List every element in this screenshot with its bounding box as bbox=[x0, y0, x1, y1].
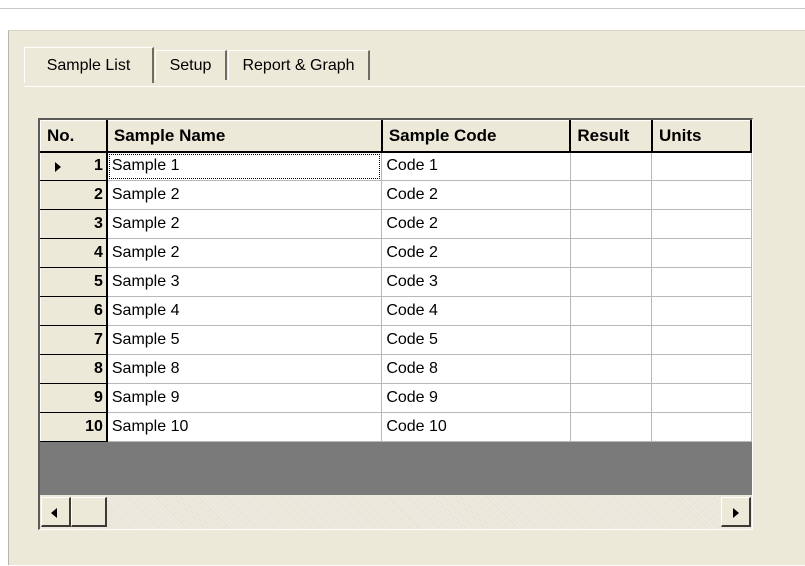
sample-code-cell[interactable]: Code 10 bbox=[381, 412, 571, 442]
sample-name-cell[interactable]: Sample 10 bbox=[106, 412, 383, 442]
table-row[interactable]: 7 Sample 5 Code 5 bbox=[40, 325, 752, 355]
table-row[interactable]: 8 Sample 8 Code 8 bbox=[40, 354, 752, 384]
sample-code-cell[interactable]: Code 3 bbox=[381, 267, 571, 297]
units-cell[interactable] bbox=[651, 354, 752, 384]
row-header[interactable]: 9 bbox=[40, 383, 108, 413]
header-row: No. Sample Name Sample Code Result Units bbox=[40, 120, 752, 153]
row-header[interactable]: 8 bbox=[40, 354, 108, 384]
current-row-indicator-icon bbox=[55, 161, 61, 172]
row-number: 6 bbox=[93, 302, 103, 319]
table-row[interactable]: 3 Sample 2 Code 2 bbox=[40, 209, 752, 239]
units-cell[interactable] bbox=[651, 296, 752, 326]
units-cell[interactable] bbox=[651, 325, 752, 355]
row-header[interactable]: 2 bbox=[40, 180, 108, 210]
table-row[interactable]: 4 Sample 2 Code 2 bbox=[40, 238, 752, 268]
sample-code-cell[interactable]: Code 2 bbox=[381, 180, 571, 210]
row-number: 9 bbox=[93, 389, 103, 406]
result-cell[interactable] bbox=[570, 180, 653, 210]
scroll-thumb[interactable] bbox=[71, 497, 107, 527]
units-cell[interactable] bbox=[651, 267, 752, 297]
sample-table: No. Sample Name Sample Code Result Units… bbox=[40, 120, 752, 442]
sample-code-cell[interactable]: Code 2 bbox=[381, 238, 571, 268]
row-header[interactable]: 10 bbox=[40, 412, 108, 442]
table-row[interactable]: 6 Sample 4 Code 4 bbox=[40, 296, 752, 326]
result-cell[interactable] bbox=[570, 209, 653, 239]
row-number: 10 bbox=[85, 418, 103, 435]
row-number: 2 bbox=[93, 186, 103, 203]
top-separator bbox=[0, 8, 805, 9]
sample-code-cell[interactable]: Code 2 bbox=[381, 209, 571, 239]
table-row[interactable]: 10 Sample 10 Code 10 bbox=[40, 412, 752, 442]
row-number: 8 bbox=[93, 360, 103, 377]
units-cell[interactable] bbox=[651, 383, 752, 413]
row-header[interactable]: 6 bbox=[40, 296, 108, 326]
row-number: 7 bbox=[93, 331, 103, 348]
sample-name-cell[interactable]: Sample 2 bbox=[106, 238, 383, 268]
row-number: 1 bbox=[93, 157, 103, 175]
tab-setup[interactable]: Setup bbox=[155, 50, 227, 80]
row-number: 3 bbox=[93, 215, 103, 232]
units-cell[interactable] bbox=[651, 151, 752, 181]
row-header[interactable]: 1 bbox=[40, 151, 108, 181]
sample-code-cell[interactable]: Code 8 bbox=[381, 354, 571, 384]
units-cell[interactable] bbox=[651, 238, 752, 268]
table-row[interactable]: 9 Sample 9 Code 9 bbox=[40, 383, 752, 413]
units-cell[interactable] bbox=[651, 209, 752, 239]
row-header[interactable]: 4 bbox=[40, 238, 108, 268]
sample-name-cell[interactable]: Sample 1 bbox=[106, 151, 383, 181]
row-number: 5 bbox=[93, 273, 103, 290]
units-cell[interactable] bbox=[651, 412, 752, 442]
tab-page-border bbox=[24, 86, 805, 87]
result-cell[interactable] bbox=[570, 325, 653, 355]
table-row[interactable]: 1 Sample 1 Code 1 bbox=[40, 151, 752, 181]
sample-grid[interactable]: No. Sample Name Sample Code Result Units… bbox=[38, 118, 753, 530]
arrow-right-icon bbox=[733, 508, 739, 518]
sample-name-cell[interactable]: Sample 3 bbox=[106, 267, 383, 297]
result-cell[interactable] bbox=[570, 412, 653, 442]
sample-name-cell[interactable]: Sample 2 bbox=[106, 209, 383, 239]
row-header[interactable]: 7 bbox=[40, 325, 108, 355]
result-cell[interactable] bbox=[570, 383, 653, 413]
result-cell[interactable] bbox=[570, 151, 653, 181]
row-header[interactable]: 5 bbox=[40, 267, 108, 297]
sample-code-cell[interactable]: Code 4 bbox=[381, 296, 571, 326]
tab-report-graph[interactable]: Report & Graph bbox=[228, 50, 370, 80]
sample-name-cell[interactable]: Sample 4 bbox=[106, 296, 383, 326]
sample-code-cell[interactable]: Code 1 bbox=[381, 151, 571, 181]
sample-name-cell[interactable]: Sample 5 bbox=[106, 325, 383, 355]
sample-name-cell[interactable]: Sample 9 bbox=[106, 383, 383, 413]
table-row[interactable]: 2 Sample 2 Code 2 bbox=[40, 180, 752, 210]
result-cell[interactable] bbox=[570, 354, 653, 384]
arrow-left-icon bbox=[51, 508, 57, 518]
units-cell[interactable] bbox=[651, 180, 752, 210]
row-number: 4 bbox=[93, 244, 103, 261]
sample-code-cell[interactable]: Code 5 bbox=[381, 325, 571, 355]
column-header-sample-name[interactable]: Sample Name bbox=[106, 120, 383, 153]
result-cell[interactable] bbox=[570, 296, 653, 326]
result-cell[interactable] bbox=[570, 267, 653, 297]
column-header-sample-code[interactable]: Sample Code bbox=[381, 120, 572, 153]
result-cell[interactable] bbox=[570, 238, 653, 268]
row-header[interactable]: 3 bbox=[40, 209, 108, 239]
column-header-units[interactable]: Units bbox=[651, 120, 752, 153]
tab-sample-list[interactable]: Sample List bbox=[24, 47, 154, 83]
column-header-result[interactable]: Result bbox=[569, 120, 653, 153]
horizontal-scrollbar[interactable] bbox=[40, 495, 752, 529]
sample-name-cell[interactable]: Sample 8 bbox=[106, 354, 383, 384]
scroll-right-button[interactable] bbox=[721, 497, 751, 527]
sample-name-cell[interactable]: Sample 2 bbox=[106, 180, 383, 210]
column-header-no[interactable]: No. bbox=[40, 120, 108, 153]
scroll-left-button[interactable] bbox=[41, 497, 71, 527]
table-row[interactable]: 5 Sample 3 Code 3 bbox=[40, 267, 752, 297]
sample-code-cell[interactable]: Code 9 bbox=[381, 383, 571, 413]
